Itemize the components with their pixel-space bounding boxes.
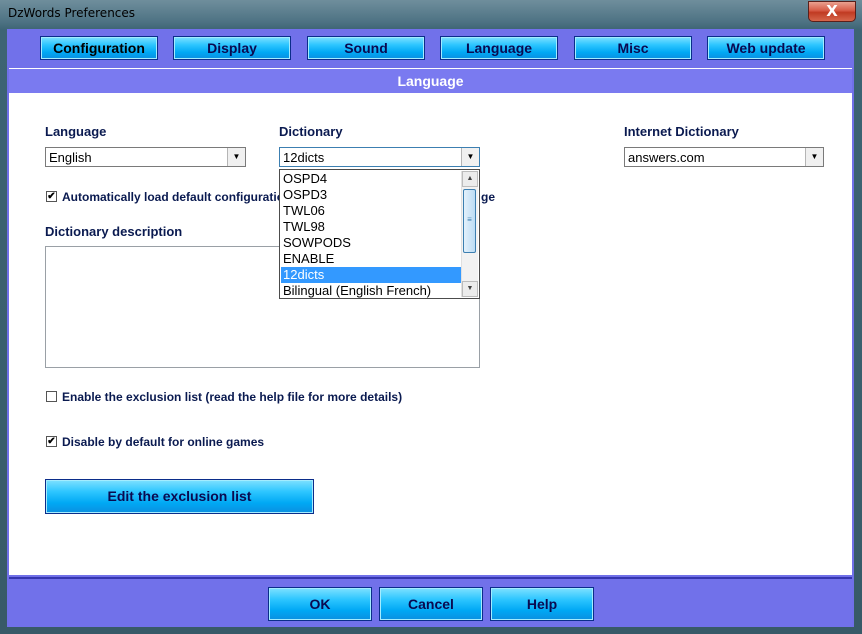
dictionary-value: 12dicts bbox=[283, 150, 325, 165]
chevron-down-icon[interactable]: ▼ bbox=[227, 148, 245, 166]
auto-load-checkbox[interactable]: ✔ bbox=[46, 191, 57, 202]
list-item[interactable]: Bilingual (English French) bbox=[281, 283, 462, 299]
tab-bar: Configuration Display Sound Language Mis… bbox=[7, 29, 854, 67]
tab-web-update[interactable]: Web update bbox=[707, 36, 825, 60]
list-item[interactable]: OSPD4 bbox=[281, 171, 462, 187]
list-item[interactable]: OSPD3 bbox=[281, 187, 462, 203]
disable-online-label: Disable by default for online games bbox=[62, 435, 265, 449]
tab-display[interactable]: Display bbox=[173, 36, 291, 60]
ok-button[interactable]: OK bbox=[268, 587, 372, 621]
exclusion-list-label: Enable the exclusion list (read the help… bbox=[62, 390, 403, 404]
scroll-up-icon[interactable]: ▲ bbox=[462, 171, 478, 187]
auto-load-label: Automatically load default configuratio bbox=[62, 190, 285, 204]
scroll-down-icon[interactable]: ▼ bbox=[462, 281, 478, 297]
internet-dictionary-value: answers.com bbox=[628, 150, 705, 165]
internet-dictionary-select[interactable]: answers.com ▼ bbox=[624, 147, 824, 167]
language-label: Language bbox=[45, 124, 107, 139]
auto-load-label-tail: ge bbox=[481, 190, 496, 204]
dictionary-description-label: Dictionary description bbox=[45, 224, 183, 239]
tab-sound[interactable]: Sound bbox=[307, 36, 425, 60]
footer-bar: OK Cancel Help bbox=[9, 577, 852, 627]
list-item[interactable]: SOWPODS bbox=[281, 235, 462, 251]
section-title: Language bbox=[9, 68, 852, 94]
tab-language[interactable]: Language bbox=[440, 36, 558, 60]
list-item[interactable]: TWL06 bbox=[281, 203, 462, 219]
tab-misc[interactable]: Misc bbox=[574, 36, 692, 60]
window-title: DzWords Preferences bbox=[8, 6, 136, 20]
chevron-down-icon[interactable]: ▼ bbox=[461, 148, 479, 166]
list-item-selected[interactable]: 12dicts bbox=[281, 267, 462, 283]
language-value: English bbox=[49, 150, 92, 165]
close-icon: X bbox=[826, 2, 838, 20]
cancel-button[interactable]: Cancel bbox=[379, 587, 483, 621]
close-button[interactable]: X bbox=[808, 1, 856, 22]
dictionary-label: Dictionary bbox=[279, 124, 343, 139]
help-button[interactable]: Help bbox=[490, 587, 594, 621]
internet-dictionary-label: Internet Dictionary bbox=[624, 124, 739, 139]
language-select[interactable]: English ▼ bbox=[45, 147, 246, 167]
list-item[interactable]: TWL98 bbox=[281, 219, 462, 235]
scroll-thumb[interactable]: ≡ bbox=[463, 189, 476, 253]
chevron-down-icon[interactable]: ▼ bbox=[805, 148, 823, 166]
list-item[interactable]: ENABLE bbox=[281, 251, 462, 267]
tab-configuration[interactable]: Configuration bbox=[40, 36, 158, 60]
preferences-window: DzWords Preferences X Configuration Disp… bbox=[0, 0, 862, 634]
exclusion-list-checkbox[interactable] bbox=[46, 391, 57, 402]
dictionary-select[interactable]: 12dicts ▼ bbox=[279, 147, 480, 167]
dropdown-scrollbar[interactable]: ▲ ≡ ▼ bbox=[461, 171, 478, 297]
disable-online-checkbox[interactable]: ✔ bbox=[46, 436, 57, 447]
title-bar[interactable]: DzWords Preferences X bbox=[0, 0, 862, 28]
dictionary-dropdown-list: OSPD4 OSPD3 TWL06 TWL98 SOWPODS ENABLE 1… bbox=[279, 169, 480, 299]
edit-exclusion-list-button[interactable]: Edit the exclusion list bbox=[45, 479, 314, 514]
